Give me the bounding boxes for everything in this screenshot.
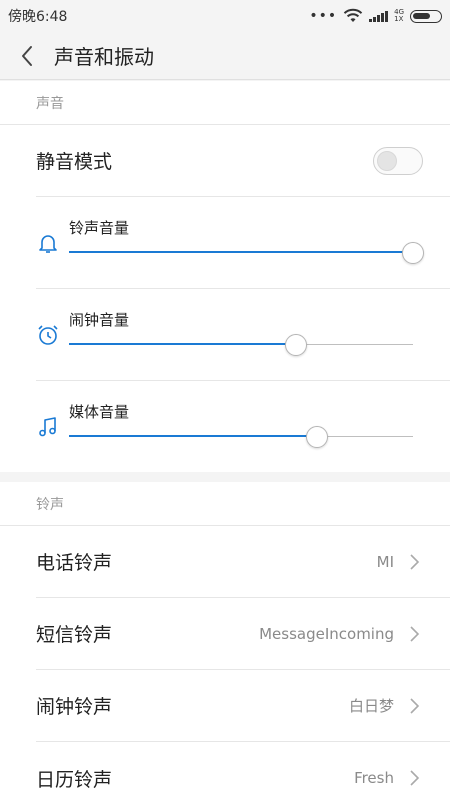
sound-section: 声音 静音模式 铃声音量 闹钟音量 媒体音量	[0, 81, 450, 472]
slider-fill	[69, 435, 317, 437]
alarm-volume-row: 闹钟音量	[36, 289, 450, 381]
music-note-icon	[39, 417, 56, 437]
media-volume-row: 媒体音量	[36, 381, 450, 472]
media-volume-label: 媒体音量	[69, 403, 130, 421]
chevron-right-icon	[410, 625, 420, 642]
app-bar: 声音和振动	[0, 32, 450, 80]
network-type: 4G 1X	[394, 9, 404, 23]
slider-thumb[interactable]	[285, 334, 308, 356]
alarm-ringtone-label: 闹钟铃声	[36, 696, 113, 718]
ringtone-volume-row: 铃声音量	[36, 197, 450, 289]
ringtone-section: 铃声 电话铃声 MI 短信铃声 MessageIncoming 闹钟铃声 白日梦…	[0, 482, 450, 800]
ringtone-volume-label: 铃声音量	[69, 219, 130, 237]
sms-ringtone-row[interactable]: 短信铃声 MessageIncoming	[36, 598, 450, 670]
status-icons: ••• 4G 1X	[309, 8, 442, 24]
phone-ringtone-row[interactable]: 电话铃声 MI	[36, 526, 450, 598]
phone-ringtone-label: 电话铃声	[36, 552, 113, 574]
bell-icon	[39, 235, 57, 253]
alarm-ringtone-row[interactable]: 闹钟铃声 白日梦	[36, 670, 450, 742]
silent-mode-toggle[interactable]	[373, 146, 423, 175]
back-button[interactable]	[0, 32, 54, 80]
chevron-right-icon	[410, 770, 420, 786]
page-title: 声音和振动	[54, 45, 154, 69]
calendar-ringtone-label: 日历铃声	[36, 768, 113, 791]
alarm-volume-label: 闹钟音量	[69, 311, 130, 329]
slider-fill	[69, 251, 413, 253]
calendar-ringtone-row[interactable]: 日历铃声 Fresh	[36, 742, 450, 800]
chevron-right-icon	[410, 553, 420, 570]
status-bar: 傍晚6:48 ••• 4G 1X	[0, 0, 450, 32]
network-sub-label: 1X	[394, 15, 404, 23]
sms-ringtone-label: 短信铃声	[36, 624, 113, 646]
alarm-clock-icon	[38, 325, 58, 345]
media-volume-slider[interactable]	[69, 425, 413, 449]
calendar-ringtone-value: Fresh	[354, 769, 394, 787]
signal-icon	[369, 10, 389, 22]
section-title-sound: 声音	[0, 81, 450, 125]
chevron-left-icon	[22, 45, 32, 66]
battery-icon	[410, 9, 442, 23]
silent-mode-row[interactable]: 静音模式	[36, 125, 450, 197]
chevron-right-icon	[410, 697, 420, 714]
toggle-knob	[377, 150, 397, 171]
wifi-icon	[343, 8, 363, 22]
slider-fill	[69, 343, 297, 345]
alarm-volume-slider[interactable]	[69, 333, 413, 357]
alarm-ringtone-value: 白日梦	[348, 697, 394, 715]
status-time: 傍晚6:48	[8, 9, 68, 25]
sms-ringtone-value: MessageIncoming	[259, 624, 394, 643]
ringtone-volume-slider[interactable]	[69, 241, 424, 265]
notification-dots: •••	[309, 8, 338, 24]
section-title-ringtone: 铃声	[0, 482, 450, 526]
slider-thumb[interactable]	[402, 242, 424, 264]
slider-thumb[interactable]	[305, 426, 328, 448]
phone-ringtone-value: MI	[376, 552, 394, 571]
